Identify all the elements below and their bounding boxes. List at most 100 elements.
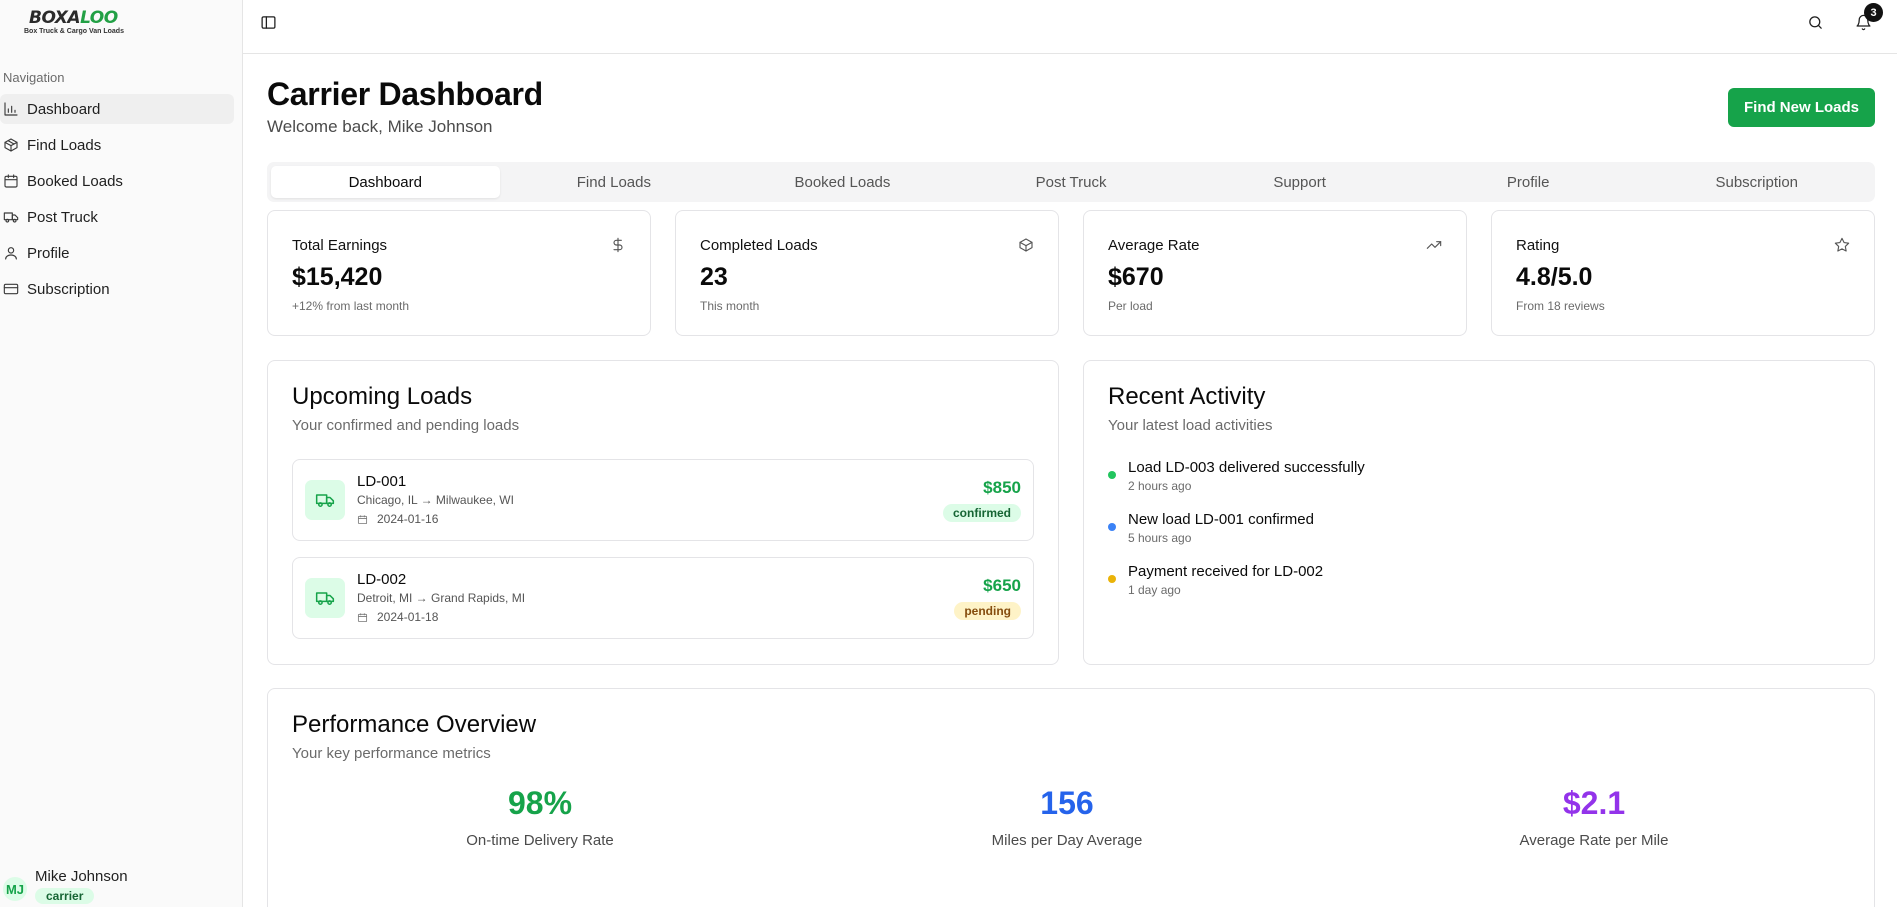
metric-on-time-delivery: 98% On-time Delivery Rate [340,785,740,849]
status-dot [1108,471,1116,479]
load-item[interactable]: LD-001 Chicago, IL → Milwaukee, WI 2024-… [292,459,1034,541]
nav-heading: Navigation [3,70,65,85]
tab-find-loads[interactable]: Find Loads [500,166,729,198]
user-name: Mike Johnson [35,868,128,885]
load-date-text: 2024-01-18 [377,610,439,624]
metric-label: Miles per Day Average [991,832,1143,849]
section-subtitle: Your latest load activities [1108,417,1273,434]
activity-time: 1 day ago [1128,583,1181,597]
stat-value: $15,420 [292,263,383,291]
sidebar-nav: Dashboard Find Loads Booked Loads Post T… [0,94,234,310]
sidebar-toggle-button[interactable] [254,8,282,36]
metric-value: 156 [1040,785,1094,821]
sidebar-item-find-loads[interactable]: Find Loads [0,130,234,160]
sidebar-item-profile[interactable]: Profile [0,238,234,268]
stat-note: This month [700,299,760,313]
tab-profile[interactable]: Profile [1414,166,1643,198]
load-price: $850 [983,478,1021,497]
section-subtitle: Your key performance metrics [292,745,491,762]
activity-text: Payment received for LD-002 [1128,563,1324,580]
load-route: Chicago, IL → Milwaukee, WI [357,493,514,507]
status-badge: pending [954,602,1021,620]
load-route: Detroit, MI → Grand Rapids, MI [357,591,526,605]
load-date-text: 2024-01-16 [377,512,439,526]
load-id: LD-001 [357,473,407,490]
avatar: MJ [3,877,27,901]
activity-text: New load LD-001 confirmed [1128,511,1314,528]
search-button[interactable] [1801,8,1829,36]
sidebar: BOXALOO Box Truck & Cargo Van Loads Navi… [0,0,243,907]
sidebar-item-label: Booked Loads [27,172,123,190]
sidebar-item-label: Find Loads [27,136,102,154]
activity-time: 2 hours ago [1128,479,1192,493]
calendar-icon [4,174,18,188]
page-title: Carrier Dashboard [267,76,543,112]
trending-up-icon [1426,237,1442,253]
user-icon [5,247,17,260]
status-dot [1108,575,1116,583]
sidebar-item-dashboard[interactable]: Dashboard [0,94,234,124]
sidebar-item-label: Dashboard [27,100,101,118]
tab-support[interactable]: Support [1185,166,1414,198]
sidebar-item-post-truck[interactable]: Post Truck [0,202,234,232]
metric-miles-per-day: 156 Miles per Day Average [867,785,1267,849]
stat-card-completed-loads: Completed Loads 23 This month [675,210,1059,336]
package-icon [1018,237,1034,253]
section-title: Recent Activity [1108,383,1266,410]
activity-time: 5 hours ago [1128,531,1192,545]
metric-value: $2.1 [1562,785,1626,821]
metric-label: On-time Delivery Rate [466,832,614,849]
section-title: Performance Overview [292,711,537,738]
truck-icon [3,212,19,223]
load-date: 2024-01-18 [357,610,438,624]
stat-value: $670 [1108,263,1164,291]
logo[interactable]: BOXALOO Box Truck & Cargo Van Loads [24,8,134,40]
calendar-icon [357,612,368,622]
logo-wordmark: BOXALOO [29,8,118,28]
performance-overview-card: Performance Overview Your key performanc… [267,688,1875,907]
metric-label: Average Rate per Mile [1519,832,1669,849]
stat-card-average-rate: Average Rate $670 Per load [1083,210,1467,336]
logo-tagline: Box Truck & Cargo Van Loads [24,28,124,35]
sidebar-item-booked-loads[interactable]: Booked Loads [0,166,234,196]
tab-subscription[interactable]: Subscription [1642,166,1871,198]
tab-post-truck[interactable]: Post Truck [957,166,1186,198]
user-profile[interactable]: MJ Mike Johnson carrier [3,868,128,905]
section-subtitle: Your confirmed and pending loads [292,417,520,434]
status-badge: confirmed [942,504,1021,522]
sidebar-item-label: Post Truck [27,208,98,226]
stat-card-total-earnings: Total Earnings $15,420 +12% from last mo… [267,210,651,336]
sidebar-item-subscription[interactable]: Subscription [0,274,234,304]
load-price: $650 [983,576,1021,595]
activity-text: Load LD-003 delivered successfully [1128,459,1365,476]
stat-value: 23 [700,263,728,291]
stat-card-rating: Rating 4.8/5.0 From 18 reviews [1491,210,1875,336]
notification-count-badge: 3 [1864,3,1883,22]
load-item[interactable]: LD-002 Detroit, MI → Grand Rapids, MI 20… [292,557,1034,639]
load-date: 2024-01-16 [357,512,438,526]
stat-title: Completed Loads [700,237,818,254]
notifications-button[interactable]: 3 [1849,3,1883,36]
upcoming-loads-card: Upcoming Loads Your confirmed and pendin… [267,360,1059,665]
star-icon [1834,237,1850,253]
metric-value: 98% [507,785,573,821]
topbar: 3 [243,0,1897,54]
search-icon [1808,15,1822,29]
tab-dashboard[interactable]: Dashboard [271,166,500,198]
credit-card-icon [3,283,19,295]
sidebar-item-label: Profile [27,244,70,262]
stat-note: +12% from last month [292,299,410,313]
truck-icon [305,480,345,520]
recent-activity-card: Recent Activity Your latest load activit… [1083,360,1875,665]
find-new-loads-button[interactable]: Find New Loads [1727,88,1875,127]
tab-booked-loads[interactable]: Booked Loads [728,166,957,198]
load-id: LD-002 [357,571,407,588]
page-subtitle: Welcome back, Mike Johnson [267,117,493,136]
section-title: Upcoming Loads [292,383,473,410]
tab-bar: Dashboard Find Loads Booked Loads Post T… [267,162,1875,202]
bar-chart-icon [4,102,18,116]
calendar-icon [357,514,368,524]
role-badge: carrier [35,888,95,904]
stat-title: Average Rate [1108,237,1200,254]
stat-value: 4.8/5.0 [1516,263,1593,291]
